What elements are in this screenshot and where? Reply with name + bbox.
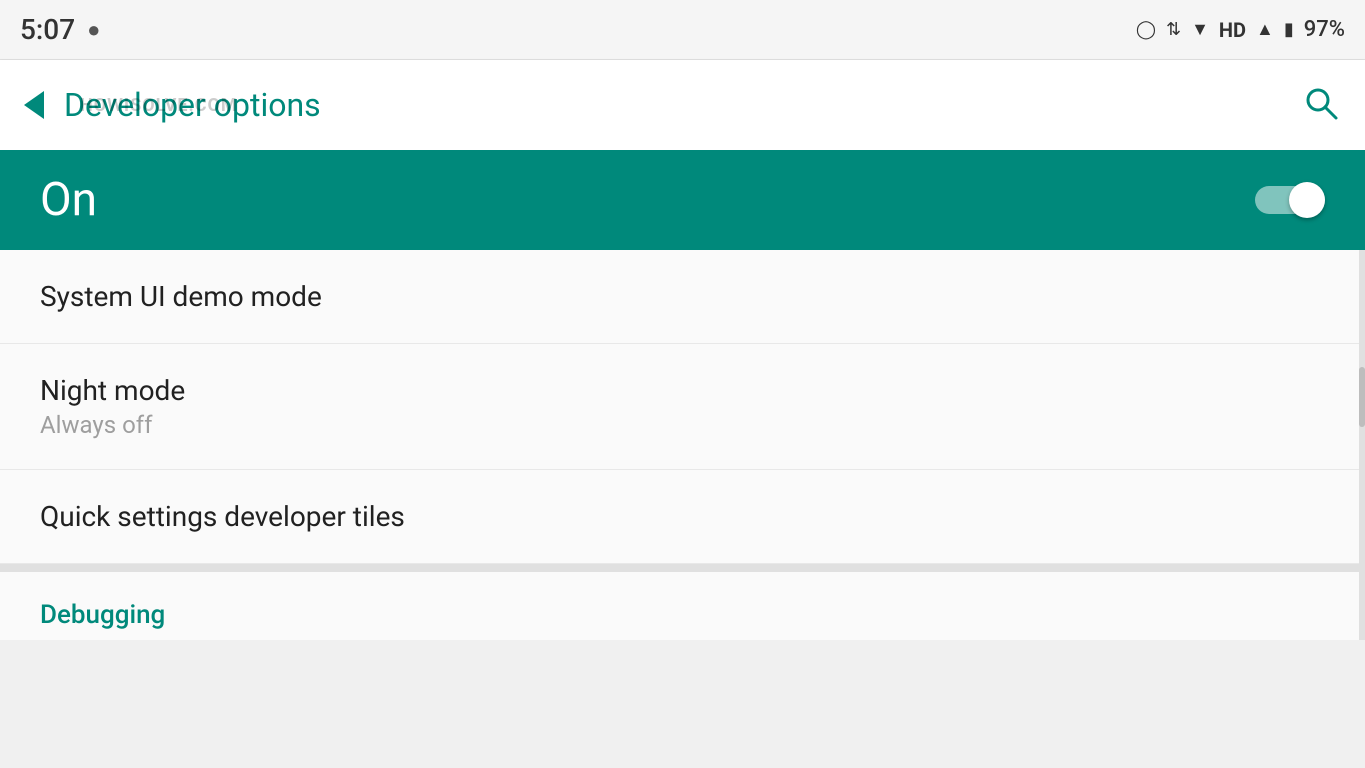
back-button[interactable] <box>24 91 44 119</box>
hd-indicator: HD <box>1219 18 1246 42</box>
back-arrow-icon <box>24 91 44 119</box>
battery-icon: ▮ <box>1284 19 1294 40</box>
developer-options-toggle[interactable] <box>1255 182 1325 218</box>
quick-settings-title: Quick settings developer tiles <box>40 500 1325 533</box>
list-item[interactable]: Quick settings developer tiles <box>0 470 1365 564</box>
scrollbar[interactable] <box>1359 250 1365 640</box>
debugging-section: Debugging <box>0 572 1365 640</box>
list-item[interactable]: System UI demo mode <box>0 250 1365 344</box>
section-divider <box>0 564 1365 572</box>
pocket-casts-icon: ● <box>87 17 100 43</box>
wifi-icon: ▼ <box>1191 19 1209 40</box>
watermark: HOWISOLVE.COM <box>80 95 238 116</box>
status-right: ◯ ⇅ ▼ HD ▲ ▮ 97% <box>1136 17 1345 42</box>
alarm-icon: ◯ <box>1136 19 1156 40</box>
content-area: System UI demo mode Night mode Always of… <box>0 250 1365 640</box>
list-item[interactable]: Night mode Always off <box>0 344 1365 470</box>
on-banner: On <box>0 150 1365 250</box>
developer-options-status-label: On <box>40 173 97 227</box>
search-button[interactable] <box>1301 83 1341 127</box>
battery-percent: 97% <box>1304 17 1345 42</box>
system-ui-demo-title: System UI demo mode <box>40 280 1325 313</box>
signal-icon: ▲ <box>1256 19 1274 40</box>
sort-icon: ⇅ <box>1166 19 1181 40</box>
status-left: 5:07 ● <box>20 13 100 46</box>
night-mode-title: Night mode <box>40 374 1325 407</box>
toggle-thumb <box>1289 182 1325 218</box>
status-time: 5:07 <box>20 13 75 46</box>
status-bar: 5:07 ● ◯ ⇅ ▼ HD ▲ ▮ 97% <box>0 0 1365 60</box>
search-icon <box>1301 83 1341 123</box>
night-mode-subtitle: Always off <box>40 411 1325 439</box>
debugging-section-title: Debugging <box>40 600 165 630</box>
scrollbar-thumb <box>1359 367 1365 427</box>
